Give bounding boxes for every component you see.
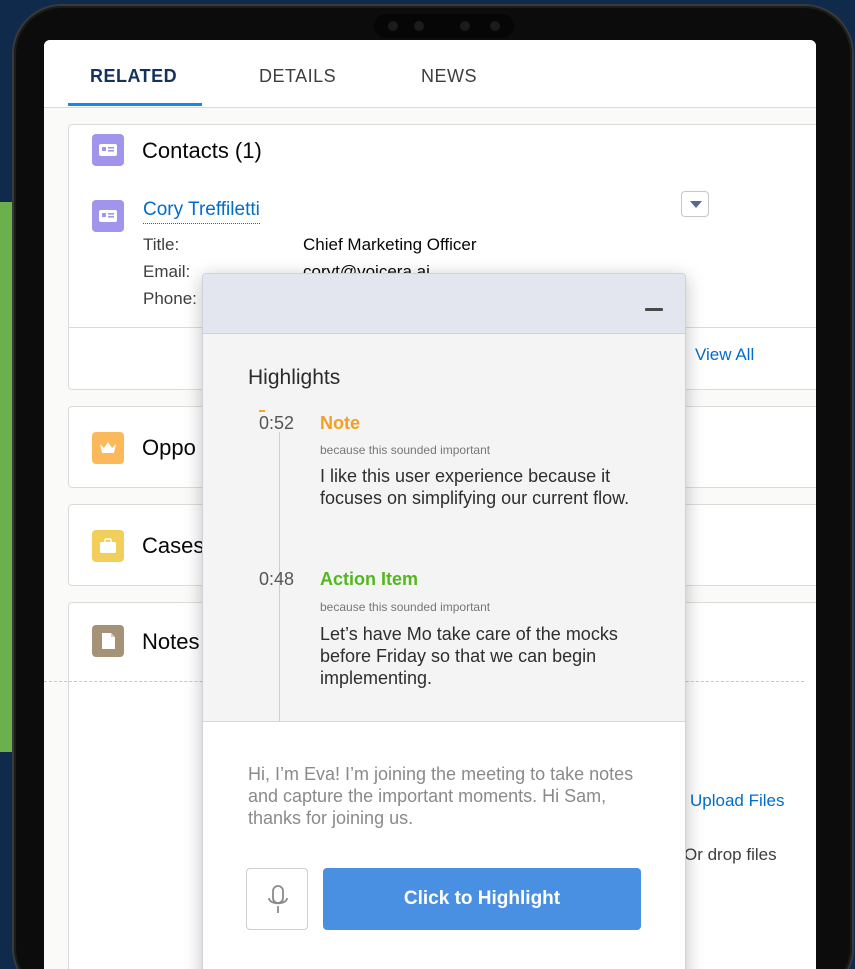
- briefcase-icon: [92, 530, 124, 562]
- field-label-phone: Phone:: [143, 289, 197, 308]
- panel-footer: [203, 722, 685, 969]
- notes-title[interactable]: Notes: [142, 629, 199, 655]
- active-tab-indicator: [68, 103, 202, 106]
- drop-files-label: Or drop files: [684, 845, 777, 864]
- highlight-text: Let’s have Mo take care of the mocks bef…: [320, 624, 618, 688]
- tab-related[interactable]: RELATED: [90, 66, 177, 87]
- assistant-message: Hi, I’m Eva! I’m joining the meeting to …: [248, 764, 634, 828]
- contact-card-icon: [92, 134, 124, 166]
- timeline-marker: [259, 410, 265, 412]
- contact-name-link[interactable]: Cory Treffiletti: [143, 199, 260, 224]
- highlight-reason: because this sounded important: [320, 443, 491, 457]
- crown-icon: [92, 432, 124, 464]
- note-icon: [92, 625, 124, 657]
- chevron-down-icon: [690, 201, 702, 208]
- highlights-title: Highlights: [248, 366, 341, 389]
- highlight-reason: because this sounded important: [320, 600, 491, 614]
- panel-header: [203, 274, 685, 334]
- highlight-timestamp[interactable]: 0:52: [259, 413, 294, 434]
- highlight-type-action-item: Action Item: [320, 569, 419, 589]
- contacts-title[interactable]: Contacts (1): [142, 138, 262, 164]
- highlight-timestamp[interactable]: 0:48: [259, 569, 294, 590]
- minimize-icon[interactable]: [645, 308, 663, 311]
- cases-title[interactable]: Cases: [142, 533, 204, 559]
- camera-sensor: [460, 21, 470, 31]
- app-screen: RELATED DETAILS NEWS Contacts (1) Cory T…: [44, 40, 816, 969]
- record-tabs: RELATED DETAILS NEWS: [44, 40, 816, 108]
- camera-sensor: [490, 21, 500, 31]
- field-label-title: Title:: [143, 235, 180, 254]
- background-green-strip: [0, 202, 14, 752]
- highlight-type-note: Note: [320, 413, 360, 433]
- field-value-title: Chief Marketing Officer: [303, 235, 477, 254]
- camera-lens: [414, 21, 424, 31]
- tab-news[interactable]: NEWS: [421, 66, 477, 87]
- microphone-icon: [268, 885, 288, 913]
- camera-sensor: [388, 21, 398, 31]
- tab-details[interactable]: DETAILS: [259, 66, 336, 87]
- contact-actions-menu-button[interactable]: [681, 191, 709, 217]
- contact-card-icon: [92, 200, 124, 232]
- click-to-highlight-button[interactable]: Click to Highlight: [323, 868, 641, 930]
- highlights-panel: Highlights 0:52 Note because this sounde…: [202, 273, 686, 969]
- camera-bar: [374, 14, 514, 38]
- highlight-text: I like this user experience because it f…: [320, 466, 630, 508]
- opportunities-title[interactable]: Oppo: [142, 435, 196, 461]
- upload-files-button[interactable]: Upload Files: [690, 791, 785, 811]
- field-label-email: Email:: [143, 262, 191, 281]
- microphone-button[interactable]: [246, 868, 308, 930]
- view-all-contacts-link[interactable]: View All: [695, 345, 754, 365]
